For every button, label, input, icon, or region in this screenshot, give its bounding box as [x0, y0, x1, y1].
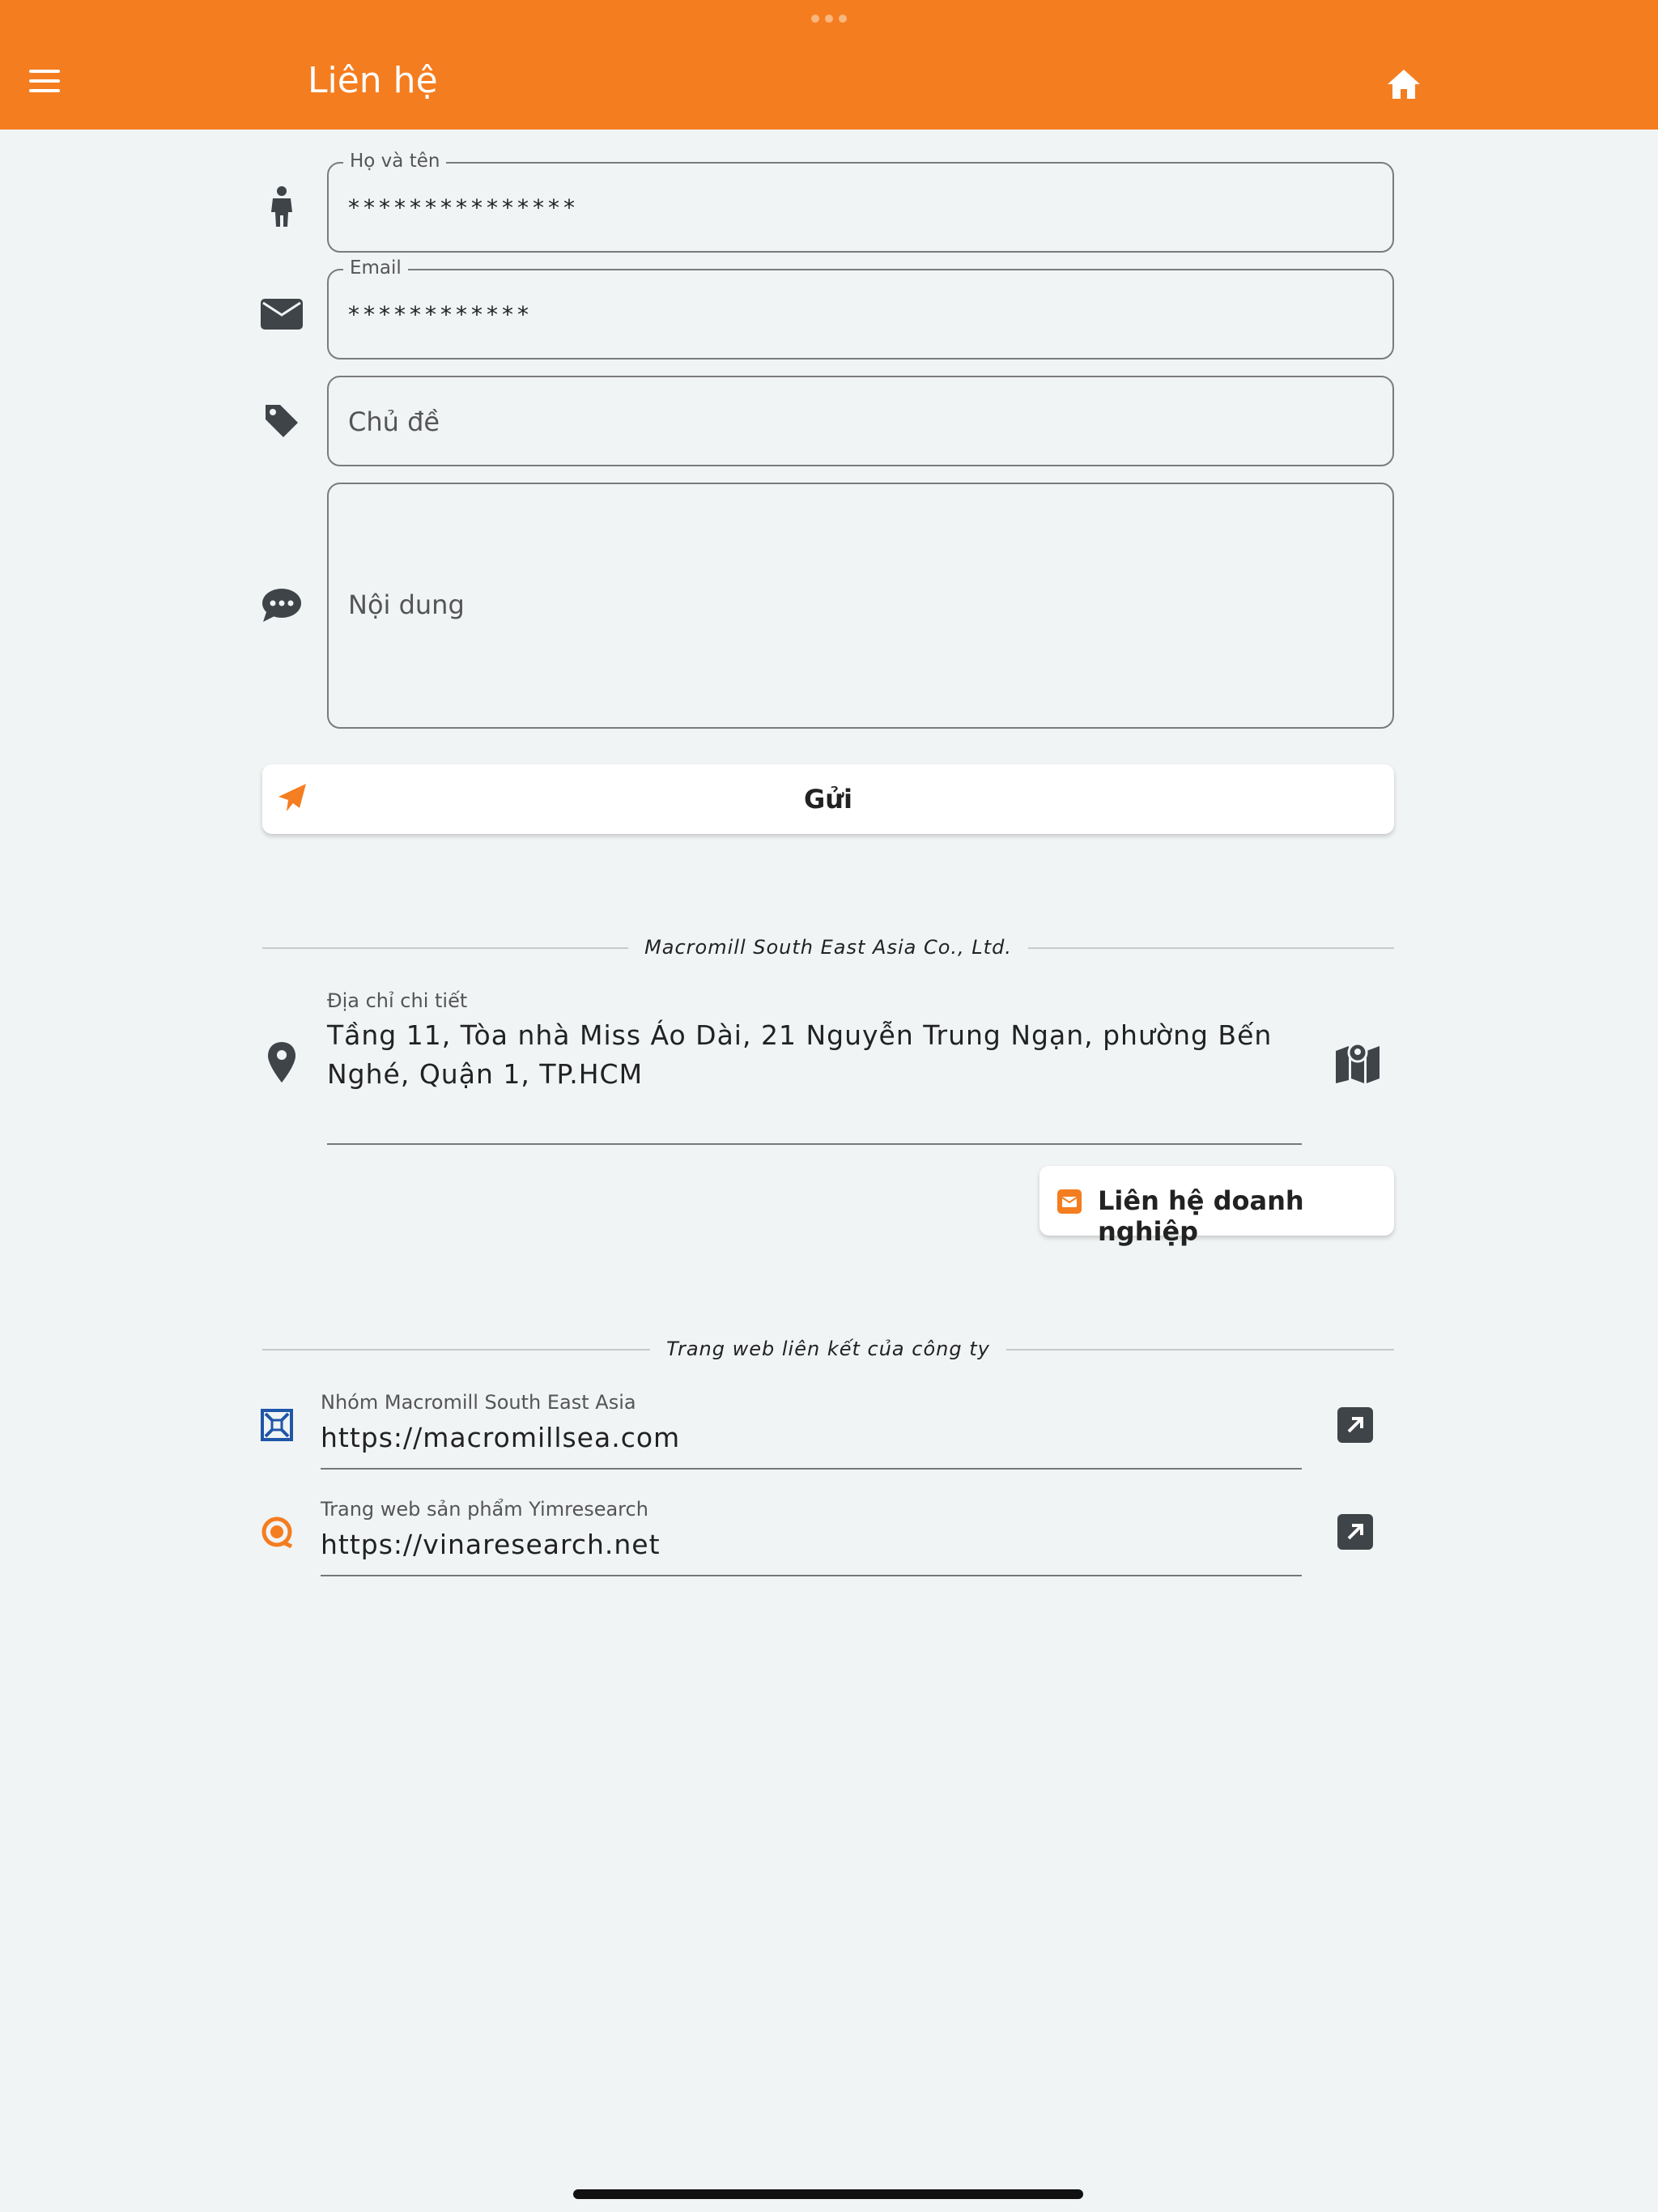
tag-icon [257, 397, 306, 445]
multitask-dots[interactable] [811, 15, 847, 23]
open-link-button[interactable] [1337, 1407, 1373, 1443]
subject-placeholder: Chủ đề [348, 406, 440, 437]
link-underline [321, 1575, 1302, 1576]
company-divider: Macromill South East Asia Co., Ltd. [262, 936, 1394, 959]
link-label: Nhóm Macromill South East Asia [321, 1391, 636, 1414]
map-icon [1336, 1042, 1380, 1083]
page-title: Liên hệ [308, 60, 438, 101]
home-icon [1388, 70, 1420, 99]
link-underline [321, 1468, 1302, 1470]
envelope-icon [257, 290, 306, 338]
name-field-value: *************** [348, 194, 579, 221]
email-field-label: Email [343, 257, 408, 279]
menu-button[interactable] [29, 70, 62, 94]
home-indicator[interactable] [573, 2189, 1083, 2199]
links-divider: Trang web liên kết của công ty [262, 1338, 1394, 1360]
open-map-button[interactable] [1334, 1041, 1383, 1085]
external-link-icon [1347, 1417, 1363, 1433]
open-link-button[interactable] [1337, 1514, 1373, 1550]
home-button[interactable] [1386, 68, 1422, 100]
name-field-label: Họ và tên [343, 151, 447, 172]
vinaresearch-logo-icon [261, 1516, 293, 1549]
external-link-icon [1347, 1524, 1363, 1540]
person-icon [257, 183, 306, 232]
app-bar: Liên hệ [0, 0, 1658, 130]
address-label: Địa chỉ chi tiết [327, 989, 468, 1012]
email-field[interactable]: Email ************ [327, 257, 1394, 359]
chat-bubble-icon [257, 581, 306, 630]
content-textarea[interactable]: Nội dung [327, 483, 1394, 729]
link-label: Trang web sản phẩm Yimresearch [321, 1498, 648, 1521]
business-contact-button[interactable]: Liên hệ doanh nghiệp [1039, 1166, 1394, 1247]
links-section-title: Trang web liên kết của công ty [650, 1338, 1006, 1360]
business-contact-label: Liên hệ doanh nghiệp [1098, 1185, 1304, 1247]
email-field-value: ************ [348, 301, 533, 328]
link-url: https://vinaresearch.net [321, 1529, 661, 1560]
macromill-logo-icon [261, 1409, 293, 1441]
name-field[interactable]: Họ và tên *************** [327, 151, 1394, 253]
send-button-label: Gửi [803, 784, 852, 815]
company-name: Macromill South East Asia Co., Ltd. [628, 936, 1028, 959]
address-underline [327, 1143, 1302, 1145]
address-text: Tầng 11, Tòa nhà Miss Áo Dài, 21 Nguyễn … [327, 1019, 1273, 1090]
envelope-square-icon [1057, 1189, 1082, 1217]
send-button[interactable]: Gửi [262, 764, 1394, 834]
map-pin-icon [257, 1038, 306, 1087]
link-url: https://macromillsea.com [321, 1422, 681, 1453]
subject-input[interactable]: Chủ đề [327, 376, 1394, 466]
content-placeholder: Nội dung [348, 589, 465, 620]
